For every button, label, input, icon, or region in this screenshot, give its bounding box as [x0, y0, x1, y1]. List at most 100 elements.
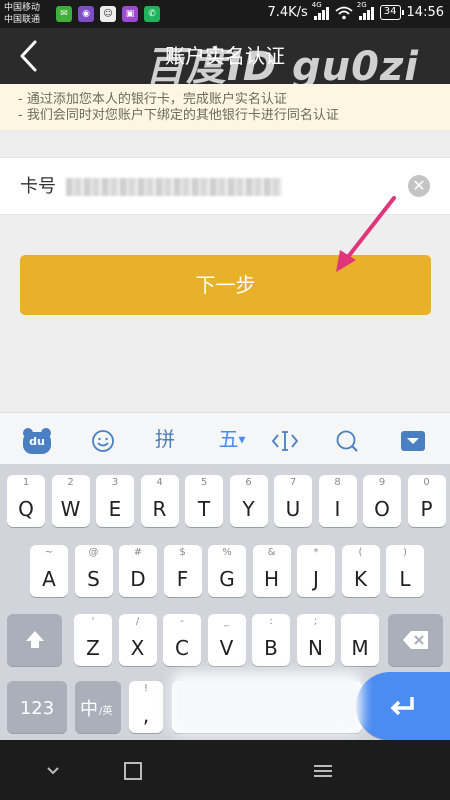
baidu-ime-button[interactable]: du — [20, 413, 54, 465]
smiley-icon — [92, 429, 114, 452]
key-r[interactable]: 4R — [140, 475, 179, 527]
navigation-bar: 账户实名认证 — [0, 28, 450, 84]
key-e[interactable]: 3E — [96, 475, 134, 527]
card-number-label: 卡号 — [20, 176, 56, 197]
emoji-button[interactable] — [88, 413, 118, 465]
key-label: F — [176, 567, 189, 591]
clear-input-button[interactable]: ✕ — [408, 175, 430, 197]
key-u[interactable]: 7U — [274, 475, 312, 527]
language-switch-key[interactable]: 中/英 — [75, 681, 121, 733]
key-alt-label: ) — [403, 547, 407, 558]
key-l[interactable]: ) L — [386, 545, 424, 597]
system-navigation-bar — [0, 740, 450, 800]
key-m[interactable]: M — [341, 614, 379, 666]
keyboard-toolbar: du 拼 五▼ — [0, 412, 450, 464]
key-label: X — [130, 636, 145, 660]
key-n[interactable]: ; N — [296, 614, 335, 666]
card-number-input[interactable] — [66, 178, 282, 196]
key-p[interactable]: 0P — [407, 475, 446, 527]
key-label: A — [42, 567, 56, 591]
key-label: N — [308, 636, 323, 660]
enter-icon — [390, 697, 414, 716]
wubi-mode-button[interactable]: 五▼ — [212, 413, 252, 465]
key-f[interactable]: $ F — [163, 545, 202, 597]
key-alt-label: & — [267, 547, 276, 558]
key-d[interactable]: # D — [119, 545, 157, 597]
key-o[interactable]: 9O — [363, 475, 401, 527]
key-q[interactable]: 1Q — [7, 475, 45, 527]
key-alt-label: % — [222, 547, 232, 558]
key-alt-label: 8 — [334, 477, 341, 488]
key-label: S — [87, 567, 100, 591]
key-h[interactable]: & H — [252, 545, 291, 597]
carrier-1: 中国移动 — [4, 3, 41, 13]
key-alt-label: - — [180, 616, 184, 627]
key-label: M — [351, 636, 369, 660]
enter-key[interactable] — [356, 672, 450, 740]
status-bar: 中国移动 中国联通 ✉ ◉ ☺ ▣ ✆ 7.4K/s 4G 2G 34 14:5… — [0, 0, 450, 28]
key-t[interactable]: 5T — [185, 475, 223, 527]
backspace-icon — [402, 631, 428, 649]
app-notification-icon: ✉ — [56, 6, 72, 22]
notice-line: - 我们会同时对您账户下绑定的其他银行卡进行同名认证 — [18, 108, 339, 123]
shift-icon — [25, 631, 44, 648]
key-alt-label: ~ — [44, 547, 54, 558]
hide-keyboard-nav-button[interactable] — [40, 758, 66, 784]
key-j[interactable]: * J — [297, 545, 335, 597]
key-alt-label: _ — [224, 616, 229, 627]
close-icon: ✕ — [412, 176, 426, 195]
signal-2g-icon: 2G — [357, 1, 374, 20]
hide-keyboard-button[interactable] — [398, 413, 428, 465]
gallery-notification-icon: ▣ — [122, 6, 138, 22]
key-alt-label: 7 — [289, 477, 297, 488]
key-label: I — [334, 497, 341, 521]
key-v[interactable]: _ V — [207, 614, 246, 666]
pinyin-button[interactable]: 拼 — [150, 413, 180, 465]
key-label: T — [197, 497, 211, 521]
key-label: P — [420, 497, 433, 521]
punctuation-key[interactable]: ! , — [129, 681, 163, 733]
key-alt-label: / — [135, 616, 140, 627]
key-g[interactable]: % G — [208, 545, 246, 597]
key-x[interactable]: / X — [118, 614, 157, 666]
key-i[interactable]: 8I — [318, 475, 357, 527]
key-label: Z — [86, 636, 100, 660]
key-c[interactable]: -C — [163, 614, 201, 666]
key-alt-label: ; — [313, 616, 318, 627]
carrier-2: 中国联通 — [4, 15, 41, 25]
key-alt-label: $ — [179, 547, 186, 558]
signal-4g-icon: 4G — [312, 1, 329, 20]
notice-line: - 通过添加您本人的银行卡，完成账户实名认证 — [18, 92, 287, 107]
key-alt-label: 0 — [423, 477, 430, 488]
key-alt-label: 9 — [378, 477, 386, 488]
key-z[interactable]: ' Z — [74, 614, 112, 666]
key-label: V — [219, 636, 234, 660]
network-speed: 7.4K/s — [267, 5, 308, 20]
clock: 14:56 — [406, 5, 444, 20]
key-alt-label: 1 — [22, 477, 30, 488]
notification-icons: ✉ ◉ ☺ ▣ ✆ — [56, 6, 160, 22]
key-b[interactable]: :B — [252, 614, 290, 666]
cursor-move-button[interactable] — [270, 413, 300, 465]
key-a[interactable]: ~ A — [30, 545, 68, 597]
key-alt-label: 3 — [111, 477, 119, 488]
annotation-arrow-icon — [336, 196, 396, 272]
key-k[interactable]: (K — [341, 545, 380, 597]
shift-key[interactable] — [7, 614, 62, 666]
back-button[interactable] — [10, 36, 50, 76]
collapse-keyboard-icon — [401, 430, 425, 451]
home-button[interactable] — [120, 758, 146, 784]
numbers-key[interactable]: 123 — [7, 681, 67, 733]
backspace-key[interactable] — [388, 614, 443, 666]
search-button[interactable] — [332, 413, 362, 465]
key-alt-label: ' — [91, 616, 95, 627]
blurred-region — [172, 672, 362, 734]
recent-apps-button[interactable] — [310, 758, 336, 784]
battery-icon: 34 — [379, 5, 404, 20]
key-alt-label: # — [133, 547, 143, 558]
key-label: K — [353, 567, 368, 591]
key-s[interactable]: @ S — [74, 545, 113, 597]
key-y[interactable]: 6Y — [229, 475, 268, 527]
key-label: E — [108, 497, 122, 521]
key-w[interactable]: 2W — [51, 475, 90, 527]
